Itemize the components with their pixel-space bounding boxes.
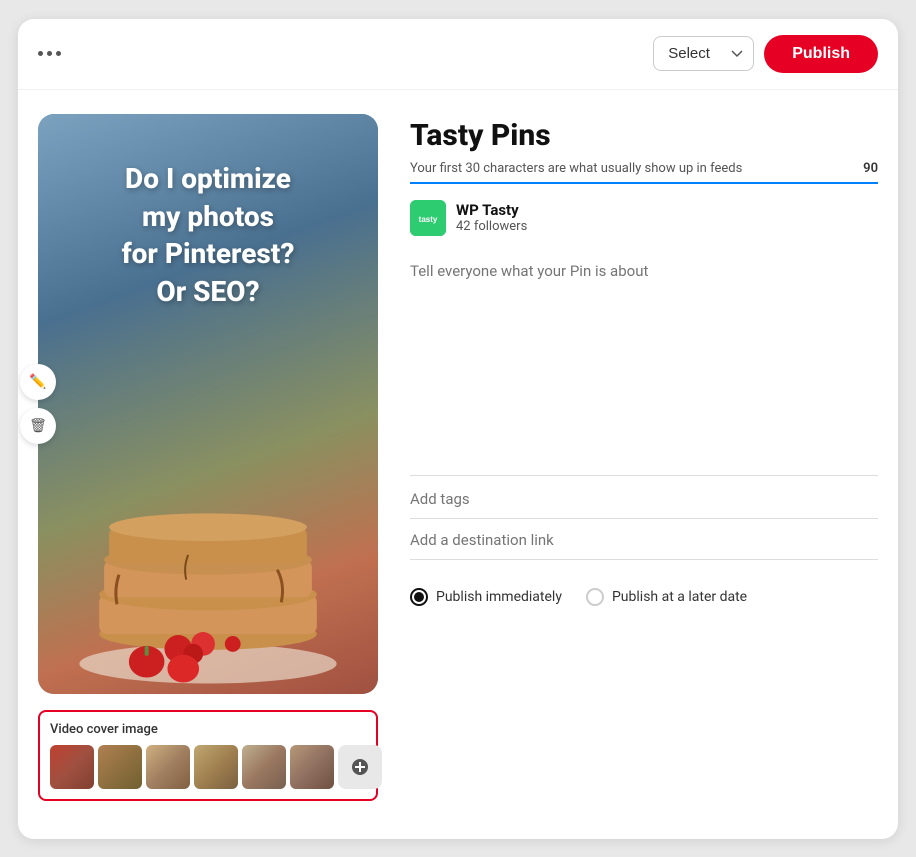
- char-hint-text: Your first 30 characters are what usuall…: [410, 161, 742, 176]
- thumbnail-2[interactable]: [98, 745, 142, 789]
- add-thumbnail-button[interactable]: [338, 745, 382, 789]
- char-hint-row: Your first 30 characters are what usuall…: [410, 161, 878, 184]
- image-actions: ✏️ 🗑: [20, 364, 56, 444]
- delete-button[interactable]: 🗑: [20, 408, 56, 444]
- board-select[interactable]: Select Board 1 Board 2: [653, 36, 754, 71]
- food-illustration: [38, 357, 378, 693]
- account-name: WP Tasty: [456, 201, 527, 219]
- pin-title: Tasty Pins: [410, 118, 878, 153]
- thumbnail-strip: [50, 745, 366, 789]
- publish-later-label: Publish at a later date: [612, 589, 747, 605]
- video-cover-label: Video cover image: [50, 722, 366, 737]
- publish-later-option[interactable]: Publish at a later date: [586, 588, 747, 606]
- publish-options: Publish immediately Publish at a later d…: [410, 588, 878, 606]
- publish-button[interactable]: Publish: [764, 35, 878, 73]
- description-textarea[interactable]: [410, 256, 878, 476]
- publish-immediately-radio[interactable]: [410, 588, 428, 606]
- char-count: 90: [863, 161, 878, 176]
- publish-later-radio[interactable]: [586, 588, 604, 606]
- header: Select Board 1 Board 2 Publish: [18, 19, 898, 90]
- publish-immediately-label: Publish immediately: [436, 589, 562, 605]
- left-panel: Do I optimize my photos for Pinterest? O…: [38, 114, 378, 801]
- thumbnail-4[interactable]: [194, 745, 238, 789]
- thumbnail-6[interactable]: [290, 745, 334, 789]
- video-cover-section: Video cover image: [38, 710, 378, 801]
- main-card: Select Board 1 Board 2 Publish: [18, 19, 898, 839]
- account-info: WP Tasty 42 followers: [456, 201, 527, 234]
- account-followers: 42 followers: [456, 219, 527, 234]
- edit-button[interactable]: ✏️: [20, 364, 56, 400]
- pin-text-overlay: Do I optimize my photos for Pinterest? O…: [38, 114, 378, 358]
- main-content: Do I optimize my photos for Pinterest? O…: [18, 90, 898, 825]
- publish-immediately-option[interactable]: Publish immediately: [410, 588, 562, 606]
- thumbnail-5[interactable]: [242, 745, 286, 789]
- pin-overlay-text: Do I optimize my photos for Pinterest? O…: [122, 160, 295, 311]
- right-panel: Tasty Pins Your first 30 characters are …: [410, 114, 878, 801]
- thumbnail-3[interactable]: [146, 745, 190, 789]
- thumbnail-1[interactable]: [50, 745, 94, 789]
- header-actions: Select Board 1 Board 2 Publish: [653, 35, 878, 73]
- destination-link-input[interactable]: [410, 521, 878, 560]
- svg-text:tasty: tasty: [419, 215, 438, 224]
- avatar: tasty: [410, 200, 446, 236]
- pin-image-container: Do I optimize my photos for Pinterest? O…: [38, 114, 378, 694]
- more-options-icon[interactable]: [38, 51, 61, 56]
- tags-input[interactable]: [410, 480, 878, 519]
- account-row: tasty WP Tasty 42 followers: [410, 200, 878, 236]
